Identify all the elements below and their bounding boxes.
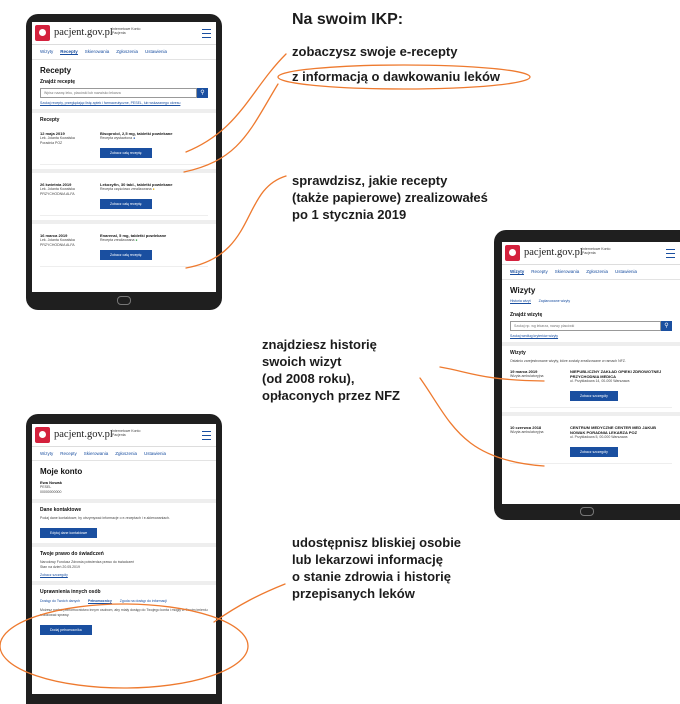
arrow-to-permissions: [213, 583, 286, 623]
annotation-arrows: [0, 53, 545, 689]
highlight-ellipse-permissions: [0, 603, 249, 689]
arrow-to-visit-2: [419, 377, 545, 467]
highlight-ellipse: [277, 64, 531, 90]
arrow-to-visit-1: [439, 366, 545, 382]
arrow-to-prescription-3: [185, 175, 287, 269]
arrow-to-prescription-2: [183, 83, 279, 173]
arrow-to-prescription-1: [185, 53, 287, 153]
